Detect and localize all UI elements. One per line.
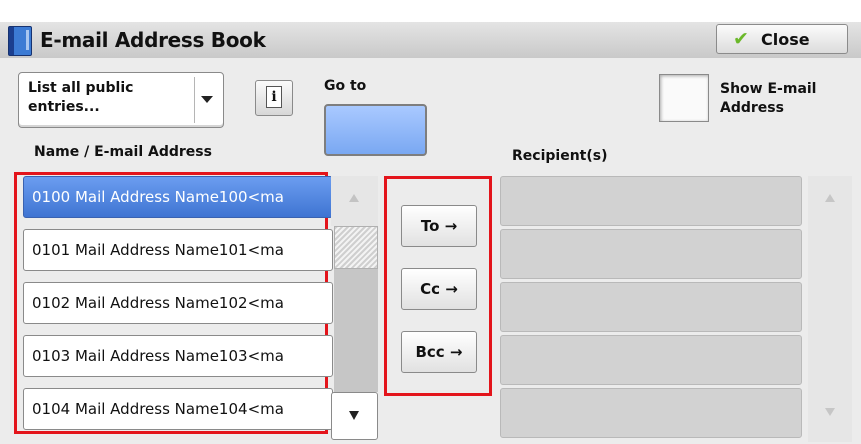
title-bar: E-mail Address Book ✔ Close [0,22,861,59]
info-icon: i [266,86,282,108]
name-email-header: Name / E-mail Address [34,144,212,160]
recipient-list [500,176,802,442]
info-button[interactable]: i [255,80,293,116]
list-item[interactable]: 0101 Mail Address Name101<ma [23,229,333,271]
show-email-label: Show E-mail Address [720,81,817,116]
top-margin [0,0,861,22]
bcc-button[interactable]: Bcc → [401,331,477,373]
destination-buttons-highlight: To → Cc → Bcc → [384,176,492,396]
close-button[interactable]: ✔ Close [716,24,848,54]
to-button[interactable]: To → [401,205,477,247]
goto-label: Go to [324,78,367,94]
recipient-row[interactable] [500,335,802,385]
main-panel: List all public entries... i Go to Show … [0,58,861,444]
list-item[interactable]: 0102 Mail Address Name102<ma [23,282,333,324]
checkmark-icon: ✔ [733,28,749,50]
window-title: E-mail Address Book [40,28,266,52]
scroll-up-button[interactable] [331,176,378,226]
list-item[interactable]: 0103 Mail Address Name103<ma [23,335,333,377]
list-item[interactable]: 0104 Mail Address Name104<ma [23,388,333,430]
recipient-row[interactable] [500,282,802,332]
recipients-header: Recipient(s) [512,148,608,164]
scroll-track[interactable] [334,269,378,392]
dropdown-selected-value: List all public entries... [28,80,134,115]
address-list-scrollbar[interactable] [331,176,378,440]
recipient-row[interactable] [500,388,802,438]
chevron-down-icon [194,77,219,123]
show-email-checkbox[interactable] [659,74,709,122]
recipient-row[interactable] [500,229,802,279]
cc-button[interactable]: Cc → [401,268,477,310]
address-book-icon [8,26,32,56]
scroll-down-button[interactable] [331,392,378,440]
list-item[interactable]: 0100 Mail Address Name100<ma [23,176,333,218]
entry-filter-dropdown[interactable]: List all public entries... [18,72,224,128]
close-button-label: Close [761,30,810,49]
scroll-thumb[interactable] [334,226,378,269]
goto-input[interactable] [324,104,427,156]
recipient-row[interactable] [500,176,802,226]
recipient-scrollbar[interactable] [808,176,852,442]
